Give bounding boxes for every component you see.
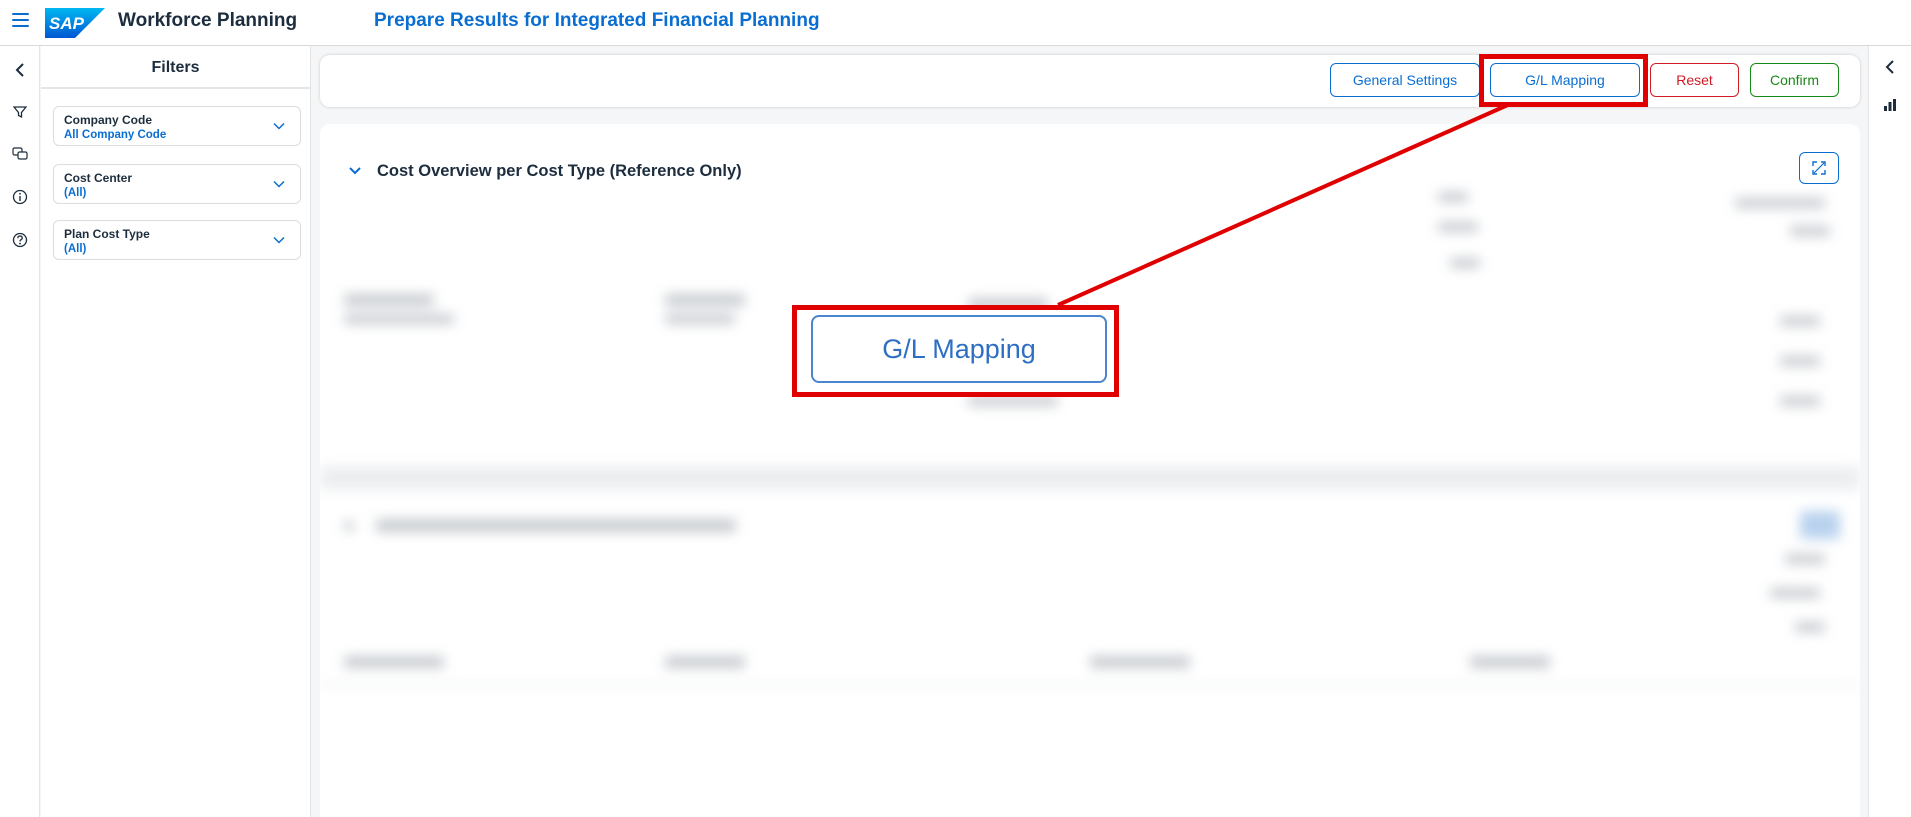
filter-value: (All) xyxy=(64,187,87,199)
reset-button[interactable]: Reset xyxy=(1650,63,1739,97)
filter-label: Company Code xyxy=(64,113,153,127)
help-icon[interactable] xyxy=(10,230,30,250)
section-title: Cost Overview per Cost Type (Reference O… xyxy=(377,162,742,180)
chart-icon[interactable] xyxy=(1883,98,1897,112)
filter-icon[interactable] xyxy=(10,102,30,122)
page-title: Prepare Results for Integrated Financial… xyxy=(374,10,820,31)
plan-cost-type-filter[interactable]: Plan Cost Type (All) xyxy=(53,220,301,260)
shell-bar: SAP Workforce Planning Prepare Results f… xyxy=(0,0,1911,46)
info-icon[interactable] xyxy=(10,187,30,207)
comments-icon[interactable] xyxy=(10,144,30,164)
filter-panel-title: Filters xyxy=(41,46,310,89)
collapse-right-icon[interactable] xyxy=(1885,60,1895,74)
blurred-content xyxy=(320,186,1860,817)
highlight-frame xyxy=(1479,54,1648,107)
filter-panel: Filters Company Code All Company Code Co… xyxy=(41,46,311,817)
zoomed-gl-mapping-button: G/L Mapping xyxy=(811,315,1107,383)
fullscreen-icon xyxy=(1812,161,1826,175)
filter-label: Cost Center xyxy=(64,171,133,185)
sap-logo: SAP xyxy=(45,8,105,38)
hamburger-menu-icon[interactable] xyxy=(12,13,29,27)
chevron-down-icon[interactable] xyxy=(272,177,286,191)
filter-value: All Company Code xyxy=(64,129,167,141)
filter-label: Plan Cost Type xyxy=(64,227,150,241)
fullscreen-button[interactable] xyxy=(1799,152,1839,184)
app-title: Workforce Planning xyxy=(118,10,298,31)
section-header: Cost Overview per Cost Type (Reference O… xyxy=(320,124,1860,186)
right-icon-rail xyxy=(1868,46,1911,817)
general-settings-button[interactable]: General Settings xyxy=(1330,63,1480,97)
collapse-left-icon[interactable] xyxy=(10,60,30,80)
chevron-down-icon[interactable] xyxy=(348,164,362,178)
sap-logo-text: SAP xyxy=(49,14,85,33)
left-icon-rail xyxy=(0,46,40,817)
company-code-filter[interactable]: Company Code All Company Code xyxy=(53,106,301,146)
chevron-down-icon[interactable] xyxy=(272,233,286,247)
content-card: Cost Overview per Cost Type (Reference O… xyxy=(320,124,1860,817)
cost-center-filter[interactable]: Cost Center (All) xyxy=(53,164,301,204)
confirm-button[interactable]: Confirm xyxy=(1750,63,1839,97)
chevron-down-icon[interactable] xyxy=(272,119,286,133)
filter-value: (All) xyxy=(64,243,87,255)
